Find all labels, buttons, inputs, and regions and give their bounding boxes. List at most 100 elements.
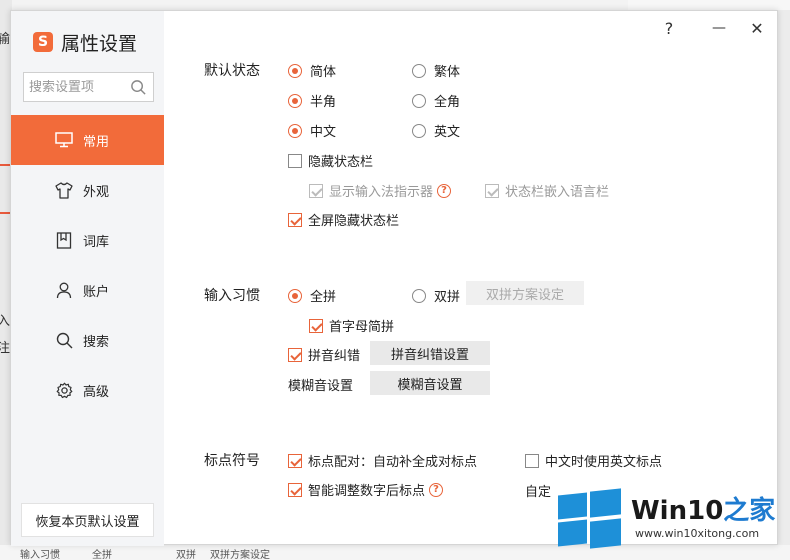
sidebar-item-search[interactable]: 搜索 [11,315,164,365]
checkbox-show-indicator[interactable]: 显示输入法指示器 ? [309,181,452,200]
checkbox-punct-pairing[interactable]: 标点配对：自动补全成对标点 [288,451,477,470]
watermark-title-main: Win10 [631,496,724,526]
sidebar-item-account[interactable]: 账户 [11,265,164,315]
option-label: 拼音纠错 [308,349,361,364]
option-label: 中文时使用英文标点 [545,455,663,470]
radio-chinese[interactable]: 中文 [288,121,336,140]
sidebar: S 属性设置 常用 外观 词库 [11,11,164,546]
section-punctuation: 标点符号 [204,453,260,469]
checkbox-fullscreen-hide[interactable]: 全屏隐藏状态栏 [288,210,399,229]
fuzzy-sound-label: 模糊音设置 [288,379,354,394]
double-pinyin-scheme-button[interactable]: 双拼方案设定 [466,281,584,305]
radio-indicator[interactable] [412,123,426,138]
radio-english[interactable]: 英文 [412,121,460,140]
background-text: 注 [0,341,11,356]
pinyin-correct-settings-button[interactable]: 拼音纠错设置 [370,341,490,365]
option-label: 简体 [310,65,337,80]
background-text: 入 [0,314,11,329]
sidebar-item-appearance[interactable]: 外观 [11,165,164,215]
sidebar-item-label: 外观 [83,184,110,200]
watermark-url: www.win10xitong.com [635,527,760,540]
option-label: 全角 [434,95,461,110]
checkbox-pinyin-correct[interactable]: 拼音纠错 [288,345,360,364]
radio-indicator[interactable] [288,123,302,138]
section-input-habit: 输入习惯 [204,288,260,304]
sidebar-item-dictionary[interactable]: 词库 [11,215,164,265]
radio-indicator[interactable] [288,63,302,78]
search-box[interactable] [23,72,154,102]
option-label: 首字母简拼 [329,320,395,335]
checkbox-initial-abbrev[interactable]: 首字母简拼 [309,316,394,335]
checkbox-embed-lang-bar[interactable]: 状态栏嵌入语言栏 [485,181,609,200]
shirt-icon [55,181,73,199]
sidebar-item-advanced[interactable]: 高级 [11,365,164,415]
radio-traditional[interactable]: 繁体 [412,61,460,80]
custom-punct-label: 自定 [525,485,552,500]
option-label: 智能调整数字后标点 [308,484,426,499]
watermark-title-accent: 之家 [723,496,776,526]
checkbox-smart-adjust[interactable]: 智能调整数字后标点 ? [288,480,444,499]
radio-full-pinyin[interactable]: 全拼 [288,286,336,305]
settings-dialog: S 属性设置 常用 外观 词库 [10,10,779,546]
help-icon[interactable]: ? [437,183,452,198]
sidebar-item-label: 搜索 [83,334,110,350]
app-header: S 属性设置 [33,29,137,55]
search-icon[interactable] [130,79,147,96]
search-icon [55,331,73,349]
watermark-logo: Win10之家 www.win10xitong.com [555,485,790,560]
radio-halfwidth[interactable]: 半角 [288,91,336,110]
option-label: 显示输入法指示器 [329,185,434,200]
radio-simplified[interactable]: 简体 [288,61,336,80]
help-icon[interactable]: ? [429,482,444,497]
windows-logo-icon [558,488,622,549]
option-label: 全屏隐藏状态栏 [308,214,400,229]
sidebar-item-label: 常用 [83,134,110,150]
radio-indicator[interactable] [412,63,426,78]
radio-fullwidth[interactable]: 全角 [412,91,460,110]
checkbox-indicator[interactable] [288,347,302,362]
sidebar-item-label: 高级 [83,384,110,400]
checkbox-indicator[interactable] [525,453,539,468]
sidebar-item-label: 账户 [83,284,110,300]
checkbox-indicator[interactable] [309,183,323,198]
restore-defaults-button[interactable]: 恢复本页默认设置 [21,503,154,537]
option-label: 全拼 [310,290,337,305]
radio-double-pinyin[interactable]: 双拼 [412,286,460,305]
radio-indicator[interactable] [412,93,426,108]
gear-icon [55,381,73,399]
sidebar-item-label: 词库 [83,234,110,250]
monitor-icon [55,131,73,149]
settings-content: 默认状态 简体 繁体 半角 全角 中文 英文 隐藏状态栏 显示输入法指示器 ? … [164,11,779,546]
option-label: 双拼 [434,290,461,305]
sogou-logo-icon: S [33,32,53,52]
option-label: 状态栏嵌入语言栏 [505,185,610,200]
background-bottom-opt2: 双拼 [176,550,196,560]
checkbox-indicator[interactable] [288,212,302,227]
search-input[interactable] [29,79,129,95]
user-icon [55,281,73,299]
checkbox-hide-status-bar[interactable]: 隐藏状态栏 [288,151,373,170]
radio-indicator[interactable] [288,288,302,303]
radio-indicator[interactable] [288,93,302,108]
checkbox-english-punct[interactable]: 中文时使用英文标点 [525,451,662,470]
checkbox-indicator[interactable] [288,482,302,497]
sidebar-item-common[interactable]: 常用 [11,115,164,165]
option-label: 标点配对：自动补全成对标点 [308,455,478,470]
background-bottom-label: 输入习惯 [20,550,60,560]
background-text: 输 [0,32,11,47]
option-label: 英文 [434,125,461,140]
checkbox-indicator[interactable] [309,318,323,333]
fuzzy-sound-settings-button[interactable]: 模糊音设置 [370,371,490,395]
dictionary-icon [55,231,73,249]
checkbox-indicator[interactable] [485,183,499,198]
background-bottom-opt1: 全拼 [92,550,112,560]
section-default-state: 默认状态 [204,63,260,79]
app-title: 属性设置 [61,32,138,55]
background-top-strip [628,0,790,10]
option-label: 隐藏状态栏 [308,155,374,170]
option-label: 繁体 [434,65,461,80]
checkbox-indicator[interactable] [288,153,302,168]
radio-indicator[interactable] [412,288,426,303]
watermark-title: Win10之家 [631,490,775,527]
checkbox-indicator[interactable] [288,453,302,468]
